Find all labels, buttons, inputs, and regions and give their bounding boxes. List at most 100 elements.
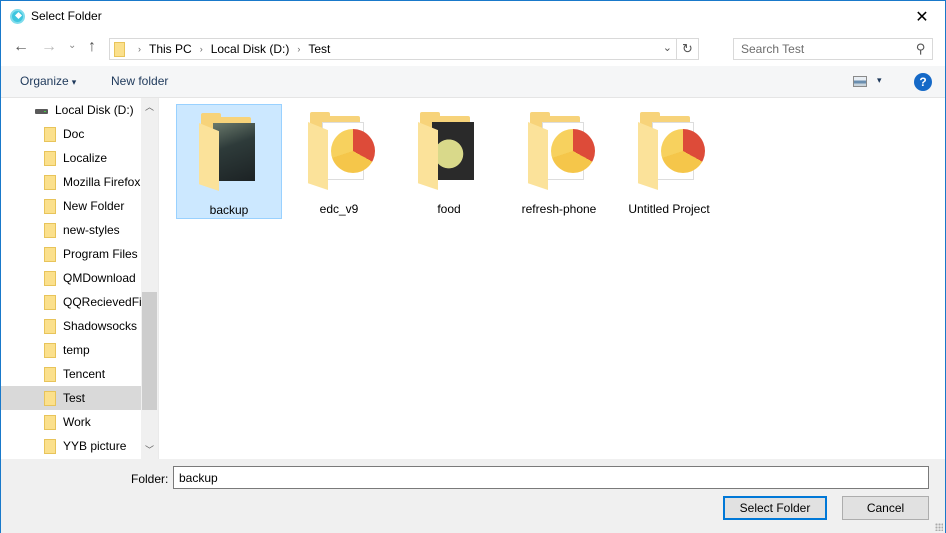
refresh-icon[interactable]: ↻	[676, 39, 698, 59]
folder-front	[308, 122, 328, 190]
address-bar[interactable]: › This PC › Local Disk (D:) › Test ⌄ ↻	[109, 38, 699, 60]
folder-tile[interactable]: edc_v9	[286, 104, 392, 219]
tree-item-label: Doc	[63, 127, 85, 141]
back-arrow-icon[interactable]: ←	[13, 38, 29, 56]
tree-item-label: YYB picture	[63, 439, 127, 453]
folder-icon	[44, 199, 56, 214]
scroll-up-icon[interactable]: ︿	[141, 100, 158, 114]
breadcrumb-this-pc[interactable]: This PC	[149, 42, 192, 56]
tree-item[interactable]: YYB picture	[1, 434, 141, 458]
folder-tile[interactable]: backup	[176, 104, 282, 219]
folder-name: refresh-phone	[521, 202, 597, 216]
tree-item[interactable]: QQRecievedFil	[1, 290, 141, 314]
breadcrumb-separator-icon[interactable]: ›	[297, 44, 300, 54]
search-input[interactable]	[734, 39, 910, 59]
folder-icon	[44, 151, 56, 166]
tree-item[interactable]: Test	[1, 386, 141, 410]
tree-item-label: temp	[63, 343, 90, 357]
tree-item[interactable]: Shadowsocks	[1, 314, 141, 338]
command-bar: Organize ▾ New folder ▾ ?	[1, 66, 945, 98]
folder-icon	[114, 42, 125, 57]
tree-item[interactable]: New Folder	[1, 194, 141, 218]
drive-icon	[35, 109, 48, 114]
tree-item-local-disk[interactable]: Local Disk (D:)	[1, 98, 141, 122]
tree-item-label: Test	[63, 391, 86, 405]
tree-item-label: Tencent	[63, 367, 106, 381]
folder-name-input[interactable]	[173, 466, 929, 489]
view-options-caret-icon[interactable]: ▾	[877, 75, 882, 86]
tree-item[interactable]: Work	[1, 410, 141, 434]
breadcrumb-test[interactable]: Test	[308, 42, 330, 56]
folder-icon	[44, 415, 56, 430]
disc-thumbnail	[331, 129, 375, 173]
folder-name: food	[437, 202, 461, 216]
cancel-button[interactable]: Cancel	[842, 496, 929, 520]
folder-icon	[44, 367, 56, 382]
folder-name: edc_v9	[319, 202, 359, 216]
select-folder-button[interactable]: Select Folder	[723, 496, 827, 520]
vertical-scrollbar[interactable]: ︿ ﹀	[141, 98, 158, 459]
folder-icon	[44, 127, 56, 142]
tree-item[interactable]: new-styles	[1, 218, 141, 242]
recent-locations-chevron-icon[interactable]: ⌄	[68, 40, 76, 51]
folder-thumbnail	[213, 123, 255, 181]
navigation-pane: Local Disk (D:) Doc Localize Mozilla Firef…	[1, 98, 159, 459]
tree-item-label: QMDownload	[63, 271, 136, 285]
tree-item-label: Shadowsocks	[63, 319, 138, 333]
breadcrumb-separator-icon[interactable]: ›	[200, 44, 203, 54]
select-folder-dialog: Select Folder ✕ ← → ⌄ ↑ › This PC › Loca…	[0, 0, 946, 533]
folder-name: Untitled Project	[628, 202, 710, 216]
search-icon[interactable]: ⚲	[916, 41, 926, 57]
folder-front	[638, 122, 658, 190]
folder-tile[interactable]: food	[396, 104, 502, 219]
folder-thumbnail	[432, 122, 474, 180]
close-button[interactable]: ✕	[899, 1, 945, 32]
tree-item[interactable]: Mozilla Firefox	[1, 170, 141, 194]
folder-icon	[44, 439, 56, 454]
organize-label: Organize	[20, 74, 69, 88]
tree-item-label: new-styles	[63, 223, 120, 237]
breadcrumb-separator-icon[interactable]: ›	[138, 44, 141, 54]
disc-thumbnail	[661, 129, 705, 173]
tree-item-label: Mozilla Firefox	[63, 175, 141, 189]
folder-icon	[44, 223, 56, 238]
scroll-down-icon[interactable]: ﹀	[141, 443, 158, 457]
tree-item-label: Work	[63, 415, 91, 429]
scrollbar-thumb[interactable]	[142, 292, 157, 410]
tree-item[interactable]: temp	[1, 338, 141, 362]
folder-icon	[44, 319, 56, 334]
tree-item[interactable]: Tencent	[1, 362, 141, 386]
tree-item-label: Program Files (	[63, 247, 141, 261]
breadcrumb: › This PC › Local Disk (D:) › Test	[130, 42, 330, 56]
resize-grip[interactable]	[935, 523, 943, 531]
tree-item-label: New Folder	[63, 199, 125, 213]
tree-item-label: Localize	[63, 151, 108, 165]
up-arrow-icon[interactable]: ↑	[88, 38, 96, 56]
folder-icon	[44, 343, 56, 358]
folder-thumbnail	[322, 122, 375, 180]
folder-view: backup edc_v9 food refresh-phone Untitled Pr…	[159, 98, 945, 459]
folder-tile[interactable]: Untitled Project	[616, 104, 722, 219]
tree-item[interactable]: Doc	[1, 122, 141, 146]
folder-name: backup	[209, 203, 249, 217]
tree-item[interactable]: Program Files (	[1, 242, 141, 266]
folder-tile[interactable]: refresh-phone	[506, 104, 612, 219]
folder-icon	[44, 175, 56, 190]
navigation-bar: ← → ⌄ ↑ › This PC › Local Disk (D:) › Te…	[1, 32, 945, 66]
organize-button[interactable]: Organize ▾	[20, 74, 76, 88]
tree-item-label: Local Disk (D:)	[55, 103, 134, 117]
folder-front	[418, 122, 438, 190]
forward-arrow-icon[interactable]: →	[41, 38, 57, 56]
window-title: Select Folder	[31, 9, 102, 23]
tree-item[interactable]: Localize	[1, 146, 141, 170]
caret-down-icon: ▾	[71, 77, 77, 87]
folder-icon	[44, 247, 56, 262]
folder-front	[199, 123, 219, 191]
tree-item[interactable]: QMDownload	[1, 266, 141, 290]
change-view-icon[interactable]	[853, 76, 867, 87]
chevron-down-icon[interactable]: ⌄	[663, 41, 672, 54]
disc-thumbnail	[551, 129, 595, 173]
help-icon[interactable]: ?	[914, 73, 932, 91]
breadcrumb-local-disk[interactable]: Local Disk (D:)	[211, 42, 290, 56]
new-folder-button[interactable]: New folder	[111, 74, 168, 88]
